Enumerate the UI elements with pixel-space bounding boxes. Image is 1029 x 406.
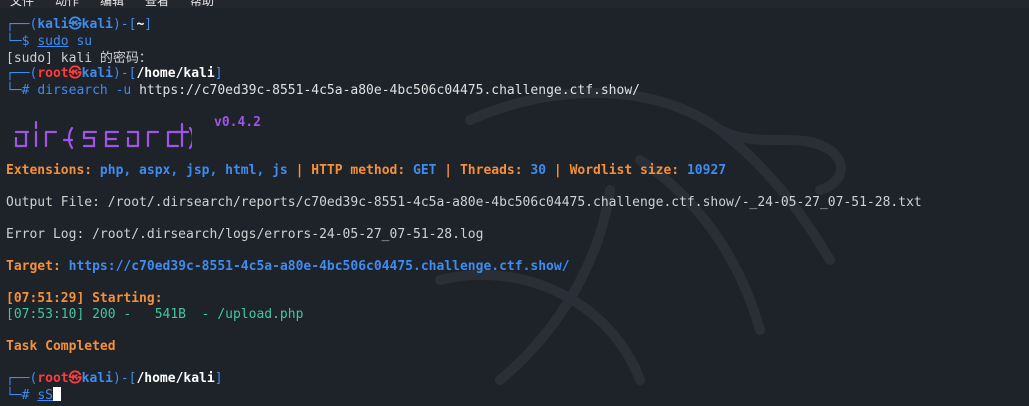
threads-value: 30 xyxy=(530,163,547,178)
prompt-line-1: ┌──(kali㉿kali)-[~] xyxy=(6,17,153,32)
method-value: GET xyxy=(413,163,437,178)
prompt-dir: /home/kali xyxy=(136,371,215,386)
command-dirsearch: dirsearch xyxy=(37,83,108,98)
sudo-password-prompt: [sudo] kali 的密码： xyxy=(6,51,152,66)
menu-edit[interactable]: 编辑 xyxy=(100,0,124,8)
command-line-1: └─$ sudo su xyxy=(6,34,93,49)
dirsearch-version: v0.4.2 xyxy=(214,115,261,130)
starting-line: [07:51:29] Starting: xyxy=(6,291,163,306)
prompt-host: kali xyxy=(81,17,113,32)
config-line: Extensions: php, aspx, jsp, html, js | H… xyxy=(6,163,727,178)
wordlist-value: 10927 xyxy=(686,163,727,178)
command-line-2: └─# dirsearch -u https://c70ed39c-8551-4… xyxy=(6,83,640,98)
command-sudo: sudo xyxy=(37,34,69,49)
menu-file[interactable]: 文件 xyxy=(10,0,34,8)
command-input[interactable]: sS xyxy=(37,388,53,403)
target-line: Target: https://c70ed39c-8551-4c5a-a80e-… xyxy=(6,259,570,274)
prompt-user-root: root xyxy=(37,66,69,81)
prompt-user-root: root xyxy=(37,371,69,386)
dirsearch-logo xyxy=(14,120,192,150)
prompt-dir: /home/kali xyxy=(136,66,215,81)
extensions-value: php, aspx, jsp, html, js xyxy=(99,163,288,178)
prompt-line-2: ┌──(root㉿kali)-[/home/kali] xyxy=(6,66,223,81)
menu-view[interactable]: 查看 xyxy=(145,0,169,8)
menu-action[interactable]: 动作 xyxy=(55,0,79,8)
menu-help[interactable]: 帮助 xyxy=(190,0,214,8)
output-file-line: Output File: /root/.dirsearch/reports/c7… xyxy=(6,195,922,210)
prompt-host: kali xyxy=(81,66,113,81)
task-completed-line: Task Completed xyxy=(6,339,116,354)
command-url: https://c70ed39c-8551-4c5a-a80e-4bc506c0… xyxy=(139,83,640,98)
target-url: https://c70ed39c-8551-4c5a-a80e-4bc506c0… xyxy=(68,259,570,274)
result-line: [07:53:10] 200 - 541B - /upload.php xyxy=(6,307,304,322)
error-log-line: Error Log: /root/.dirsearch/logs/errors-… xyxy=(6,227,484,242)
menu-bar: 文件 动作 编辑 查看 帮助 xyxy=(0,0,1029,8)
command-line-3: └─# sS xyxy=(6,387,61,404)
prompt-user: kali xyxy=(37,17,69,32)
prompt-line-3: ┌──(root㉿kali)-[/home/kali] xyxy=(6,371,223,386)
prompt-host: kali xyxy=(81,371,113,386)
text-cursor xyxy=(52,387,61,401)
